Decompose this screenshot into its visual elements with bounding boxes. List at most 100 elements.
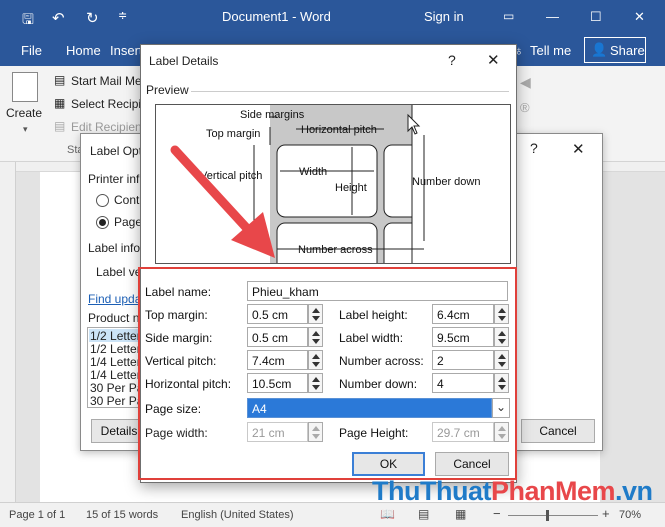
page-width-label: Page width: (145, 426, 208, 440)
word-title-bar: 🖫 ↶ ↻ ≑ Document1 - Word Sign in ▭ — ☐ ✕ (0, 0, 665, 34)
minimize-icon[interactable]: — (546, 9, 559, 24)
list-item[interactable]: 30 Per Pa (90, 381, 143, 395)
undo-icon[interactable]: ↶ (52, 9, 65, 27)
label-options-help-icon[interactable]: ? (530, 140, 538, 156)
page-height-spinner[interactable] (494, 422, 509, 442)
find-updates-link[interactable]: Find upda (88, 292, 141, 306)
page-count[interactable]: Page 1 of 1 (9, 509, 65, 521)
list-item[interactable]: 30 Per Pa (90, 394, 143, 408)
page-width-input[interactable]: 21 cm (247, 422, 308, 442)
web-layout-icon[interactable]: ▦ (455, 507, 466, 521)
continuous-label: Cont (114, 193, 140, 207)
tab-file[interactable]: File (21, 43, 42, 58)
number-down-input[interactable]: 4 (432, 373, 494, 393)
label-options-close-icon[interactable]: ✕ (572, 140, 585, 158)
share-button[interactable]: 👤 Share (584, 37, 646, 63)
document-title: Document1 - Word (222, 9, 331, 24)
mail-merge-icon: ▤ (54, 73, 66, 87)
label-width-spinner[interactable] (494, 327, 509, 347)
share-label: Share (610, 43, 645, 58)
zoom-slider-thumb[interactable] (546, 510, 549, 521)
vertical-pitch-input[interactable]: 7.4cm (247, 350, 308, 370)
label-name-input[interactable]: Phieu_kham (247, 281, 508, 301)
zoom-in-icon[interactable]: + (602, 506, 610, 521)
top-margin-spinner[interactable] (308, 304, 323, 324)
tab-insert[interactable]: Insert (110, 43, 143, 58)
vertical-ruler (0, 162, 16, 502)
check-errors-icon: ® (520, 100, 530, 115)
envelope-icon[interactable] (12, 72, 38, 102)
label-height-label: Label height: (339, 308, 408, 322)
number-down-label: Number down: (339, 377, 418, 391)
continuous-radio[interactable] (96, 194, 109, 207)
help-icon[interactable]: ? (448, 52, 456, 68)
page-printers-radio[interactable] (96, 216, 109, 229)
side-margin-spinner[interactable] (308, 327, 323, 347)
page-width-spinner[interactable] (308, 422, 323, 442)
label-name-label: Label name: (145, 285, 212, 299)
person-icon: 👤 (591, 42, 608, 57)
redo-icon[interactable]: ↻ (86, 9, 99, 27)
label-width-label: Label width: (339, 331, 404, 345)
read-mode-icon[interactable]: 📖 (380, 507, 395, 521)
page-size-dropdown[interactable]: ⌄ (492, 398, 510, 418)
ok-button[interactable]: OK (352, 452, 425, 476)
language-indicator[interactable]: English (United States) (181, 509, 294, 521)
number-across-spinner[interactable] (494, 350, 509, 370)
label-fields-highlight: Label name: Phieu_kham Top margin: 0.5 c… (138, 267, 517, 480)
window-close-icon[interactable]: ✕ (634, 9, 645, 25)
customize-toolbar-icon[interactable]: ≑ (118, 9, 127, 22)
create-button[interactable]: Create (6, 106, 42, 120)
watermark-part-3: .vn (615, 476, 653, 506)
zoom-out-icon[interactable]: − (493, 506, 501, 521)
tab-home[interactable]: Home (66, 43, 101, 58)
label-height-input[interactable]: 6.4cm (432, 304, 494, 324)
cancel-button[interactable]: Cancel (435, 452, 509, 476)
top-margin-input[interactable]: 0.5 cm (247, 304, 308, 324)
label-width-input[interactable]: 9.5cm (432, 327, 494, 347)
edit-recipients-button[interactable]: Edit Recipien (71, 120, 142, 134)
list-item[interactable]: 1/2 Letter (90, 342, 141, 356)
printer-info-heading: Printer inf (88, 172, 140, 186)
word-count[interactable]: 15 of 15 words (86, 509, 158, 521)
horizontal-pitch-spinner[interactable] (308, 373, 323, 393)
page-height-label: Page Height: (339, 426, 409, 440)
arrow-shaft (170, 145, 258, 240)
label-height-spinner[interactable] (494, 304, 509, 324)
recipients-icon: ▦ (54, 96, 66, 110)
watermark-part-2: PhanMem (490, 476, 616, 506)
zoom-slider[interactable] (508, 515, 598, 516)
page-height-input[interactable]: 29.7 cm (432, 422, 494, 442)
start-mail-merge-button[interactable]: Start Mail Me (71, 74, 142, 88)
number-down-spinner[interactable] (494, 373, 509, 393)
maximize-icon[interactable]: ☐ (590, 9, 602, 25)
sign-in-link[interactable]: Sign in (424, 9, 464, 24)
number-across-input[interactable]: 2 (432, 350, 494, 370)
radio-dot (99, 219, 106, 226)
label-options-cancel-button[interactable]: Cancel (521, 419, 595, 443)
chevron-down-icon: ▾ (23, 124, 28, 134)
list-item[interactable]: 1/2 Letter (90, 329, 141, 343)
vertical-pitch-spinner[interactable] (308, 350, 323, 370)
label-options-title: Label Opt (90, 144, 143, 158)
print-layout-icon[interactable]: ▤ (418, 507, 429, 521)
label-details-dialog: Label Details ? ✕ Preview Side margins T… (138, 44, 517, 483)
list-item[interactable]: 1/4 Letter (90, 368, 141, 382)
tell-me-box[interactable]: Tell me (530, 43, 571, 58)
dialog-title: Label Details (149, 54, 219, 68)
list-item[interactable]: 1/4 Letter (90, 355, 141, 369)
preview-top-margin: Top margin (206, 128, 260, 140)
ribbon-display-icon[interactable]: ▭ (503, 9, 514, 23)
zoom-level[interactable]: 70% (619, 509, 641, 521)
annotation-arrow (170, 145, 275, 258)
save-icon[interactable]: 🖫 (22, 9, 34, 33)
select-recipients-button[interactable]: Select Recipie (71, 97, 148, 111)
side-margin-label: Side margin: (145, 331, 213, 345)
horizontal-pitch-input[interactable]: 10.5cm (247, 373, 308, 393)
preview-number-down: Number down (412, 176, 480, 188)
side-margin-input[interactable]: 0.5 cm (247, 327, 308, 347)
page-printers-label: Page (114, 215, 143, 229)
close-icon[interactable]: ✕ (487, 51, 500, 69)
preview-horizontal-pitch: Horizontal pitch (301, 124, 377, 136)
page-size-select[interactable]: A4 (247, 398, 492, 418)
